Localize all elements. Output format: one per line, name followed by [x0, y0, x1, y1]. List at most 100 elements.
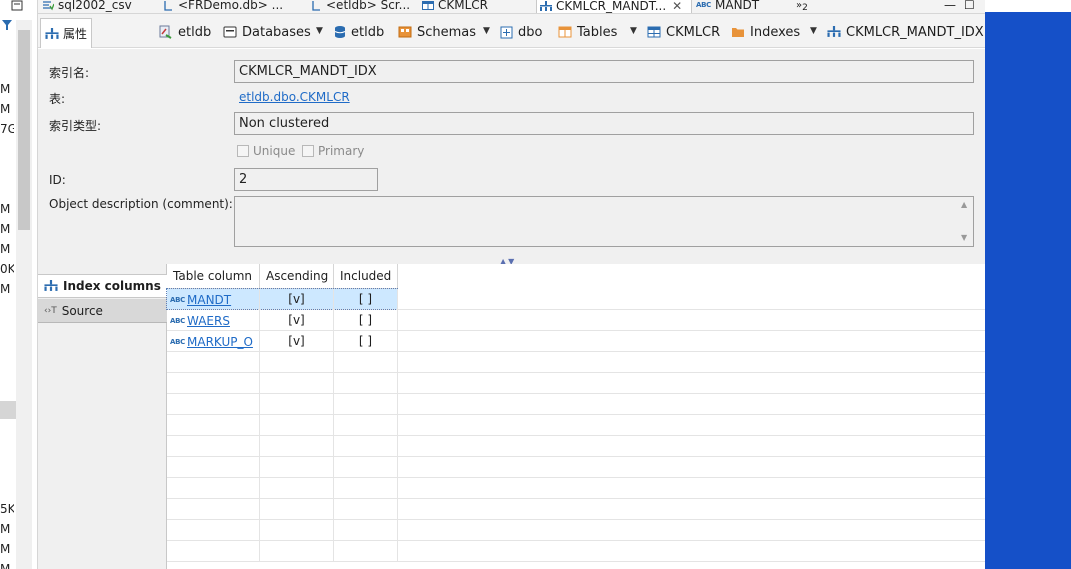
included-cell[interactable]: [ ] [334, 289, 398, 310]
index-icon [45, 27, 59, 39]
description-textarea[interactable]: ▲ ▼ [234, 196, 974, 247]
navigator-scroll-thumb[interactable] [18, 30, 30, 230]
tab-properties[interactable]: 属性 [40, 18, 92, 48]
index-detail-tabs: Index columns ‹›T Source [38, 264, 167, 569]
breadcrumb-toolbar: 属性 etldb Databases ▼ etldb Schemas ▼ dbo… [38, 14, 985, 48]
tab-label: <FRDemo.db> ... [178, 0, 284, 12]
column-type-icon: ABC [170, 316, 185, 325]
navigator-row[interactable]: 5K [0, 502, 14, 516]
navigator-row[interactable]: M [0, 542, 14, 556]
chevron-down-icon[interactable]: ▼ [810, 26, 817, 36]
tab-frdemo[interactable]: <FRDemo.db> ... [162, 0, 284, 13]
scroll-down-icon[interactable]: ▼ [961, 233, 967, 242]
column-header-included[interactable]: Included [334, 264, 398, 289]
tab-label: 属性 [63, 27, 88, 41]
editor-tab-bar: sql2002_csv <FRDemo.db> ... <etldb> Scr.… [38, 0, 985, 14]
column-header-ascending[interactable]: Ascending [260, 264, 334, 289]
ascending-cell[interactable]: [v] [260, 289, 334, 310]
tables-folder-icon [558, 26, 572, 38]
crumb-label: etldb [178, 24, 212, 40]
navigator-row[interactable]: M [0, 562, 14, 569]
tab-index-columns[interactable]: Index columns [38, 274, 167, 298]
chevron-down-icon[interactable]: ▼ [316, 26, 323, 36]
tab-label: 2 [802, 3, 808, 13]
description-label: Object description (comment): [49, 197, 233, 211]
column-link[interactable]: MARKUP_O [187, 332, 253, 352]
close-icon[interactable]: ✕ [672, 0, 682, 13]
included-cell[interactable]: [ ] [334, 310, 398, 331]
window-edge [985, 0, 1071, 12]
ascending-cell[interactable]: [v] [260, 331, 334, 352]
column-link[interactable]: WAERS [187, 311, 230, 331]
chevron-down-icon[interactable]: ▼ [483, 26, 490, 36]
column-header-table-column[interactable]: Table column [167, 264, 260, 289]
index-name-field[interactable]: CKMLCR_MANDT_IDX [234, 60, 974, 83]
navigator-row[interactable]: M [0, 202, 14, 216]
scroll-up-icon[interactable]: ▲ [961, 200, 967, 209]
table-column-cell[interactable]: ABC WAERS [167, 310, 260, 331]
crumb-label: Schemas [417, 24, 477, 40]
unique-checkbox[interactable]: Unique [237, 144, 295, 158]
navigator-row[interactable]: M [0, 282, 14, 296]
crumb-databases[interactable]: Databases [223, 23, 311, 41]
crumb-dbo[interactable]: dbo [500, 23, 542, 41]
crumb-ckmlcr-mandt-idx[interactable]: CKMLCR_MANDT_IDX [827, 23, 984, 41]
navigator-row[interactable]: 7G [0, 122, 14, 136]
textarea-scrollbar[interactable]: ▲ ▼ [957, 197, 973, 246]
crumb-tables[interactable]: Tables [558, 23, 617, 41]
navigator-row[interactable]: M [0, 222, 14, 236]
navigator-row[interactable]: M [0, 82, 14, 96]
table-row[interactable]: ABC MARKUP_O [v] [ ] [167, 331, 985, 352]
id-field[interactable]: 2 [234, 168, 378, 191]
column-link[interactable]: MANDT [187, 290, 231, 310]
minimize-editor-button[interactable]: — [944, 0, 956, 13]
index-name-label: 索引名: [49, 66, 90, 80]
empty-row [167, 499, 985, 520]
empty-row [167, 541, 985, 562]
index-type-label: 索引类型: [49, 119, 102, 133]
chevron-down-icon[interactable]: ▼ [630, 26, 637, 36]
maximize-editor-button[interactable]: ☐ [964, 0, 975, 13]
crumb-etldb-database[interactable]: etldb [334, 23, 384, 41]
index-icon [827, 26, 841, 37]
navigator-selected-row[interactable] [0, 401, 16, 419]
navigator-row[interactable]: M [0, 522, 14, 536]
tab-source[interactable]: ‹›T Source [38, 299, 167, 323]
table-column-cell[interactable]: ABC MANDT [167, 289, 260, 310]
tab-overflow[interactable]: » 2 [796, 0, 808, 13]
table-icon [647, 26, 661, 38]
crumb-schemas[interactable]: Schemas [398, 23, 476, 41]
table-link[interactable]: etldb.dbo.CKMLCR [239, 90, 350, 104]
empty-row [167, 520, 985, 541]
minimize-icon: — [944, 0, 956, 12]
index-type-field[interactable]: Non clustered [234, 112, 974, 135]
navigator-panel-edge: M M 7G M M M 0K M 5K M M M [0, 0, 38, 569]
table-column-cell[interactable]: ABC MARKUP_O [167, 331, 260, 352]
crumb-indexes[interactable]: Indexes [731, 23, 800, 41]
table-row[interactable]: ABC MANDT [v] [ ] [166, 288, 985, 310]
empty-row [167, 457, 985, 478]
tab-label: CKMLCR_MANDT... [556, 0, 667, 13]
navigator-row[interactable]: M [0, 242, 14, 256]
empty-row [167, 394, 985, 415]
included-cell[interactable]: [ ] [334, 331, 398, 352]
tab-ckmlcr[interactable]: CKMLCR [422, 0, 488, 13]
tab-mandt[interactable]: ABC MANDT [696, 0, 759, 13]
table-row[interactable]: ABC WAERS [v] [ ] [167, 310, 985, 331]
tab-sql2002-csv[interactable]: sql2002_csv [42, 0, 132, 13]
crumb-ckmlcr-table[interactable]: CKMLCR [647, 23, 720, 41]
tab-ckmlcr-mandt-idx[interactable]: CKMLCR_MANDT... ✕ [536, 0, 692, 13]
table-icon [422, 1, 434, 10]
checkbox-box [302, 145, 314, 157]
index-properties-form: 索引名: CKMLCR_MANDT_IDX 表: etldb.dbo.CKMLC… [38, 49, 985, 266]
crumb-label: Tables [577, 24, 618, 40]
navigator-row[interactable]: 0K [0, 262, 14, 276]
primary-checkbox[interactable]: Primary [302, 144, 364, 158]
crumb-etldb-connection[interactable]: etldb [159, 23, 211, 41]
tab-label: Source [61, 303, 103, 318]
empty-row [167, 436, 985, 457]
column-icon: ABC [696, 1, 711, 9]
tab-etldb-script[interactable]: <etldb> Scr... [310, 0, 410, 13]
ascending-cell[interactable]: [v] [260, 310, 334, 331]
navigator-row[interactable]: M [0, 102, 14, 116]
